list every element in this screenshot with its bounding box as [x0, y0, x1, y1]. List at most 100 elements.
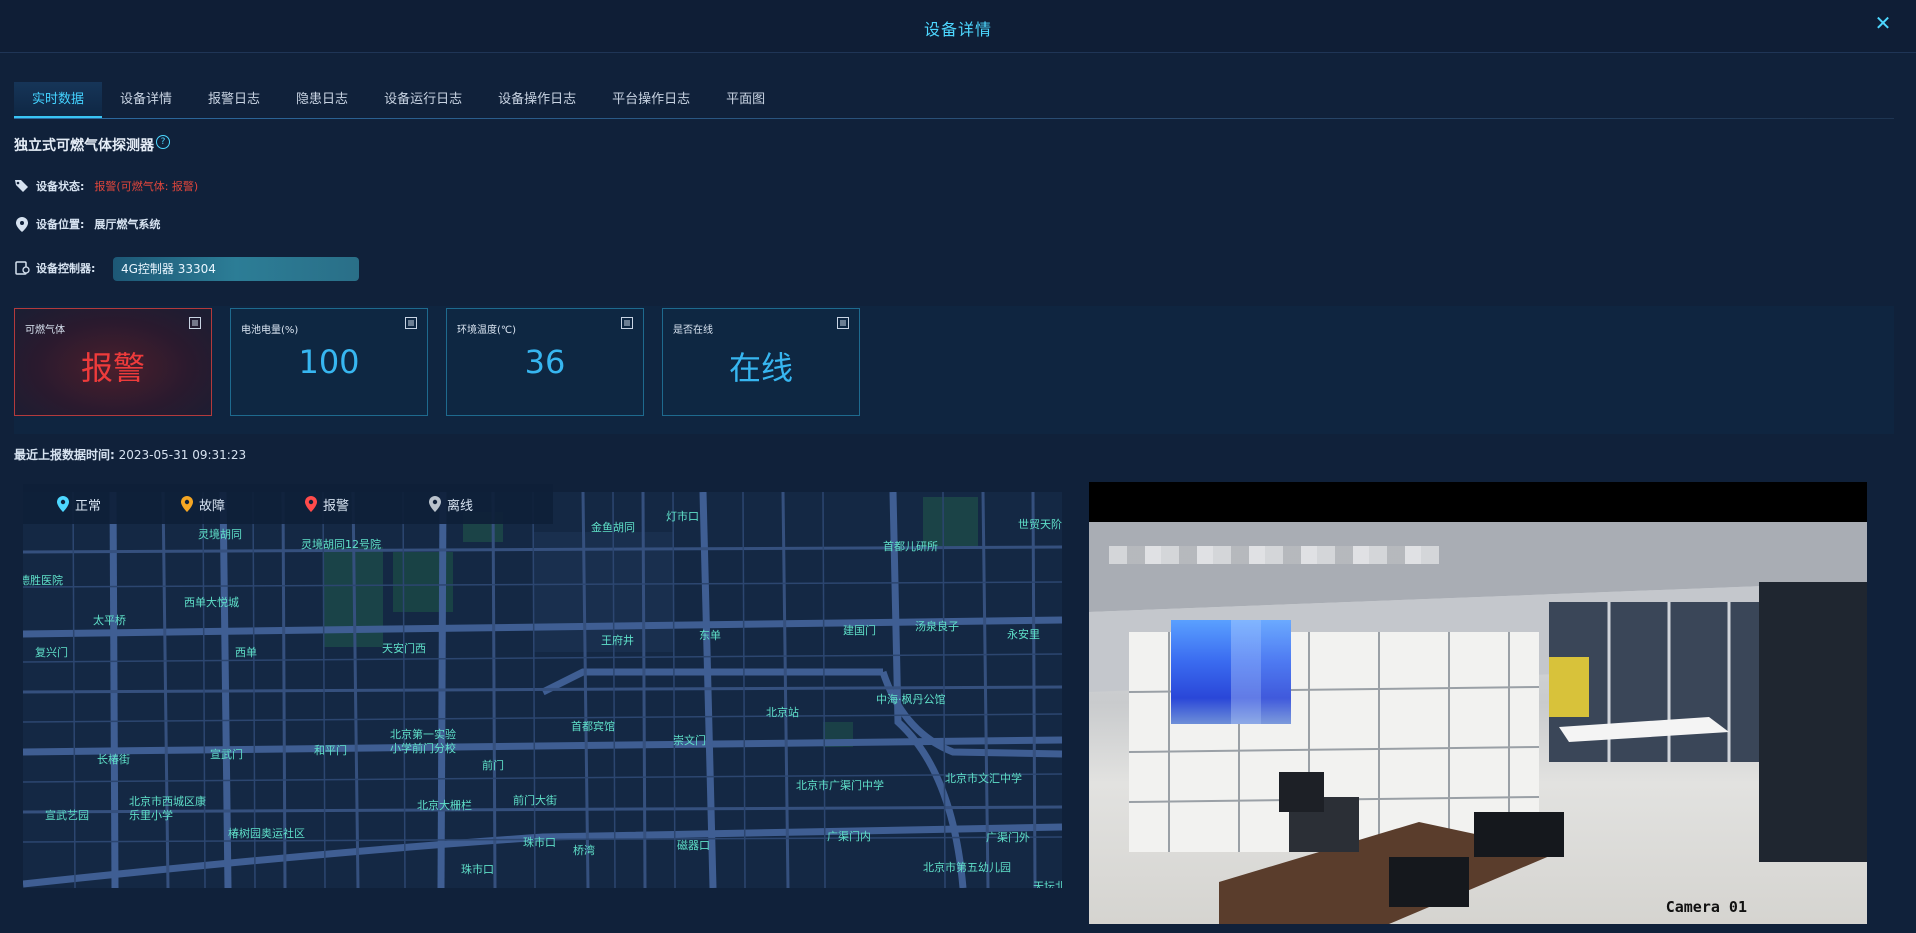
- map-label: 建国门: [843, 624, 876, 637]
- metric-label: 是否在线: [673, 325, 713, 336]
- metric-label: 电池电量(%): [241, 325, 299, 336]
- map-label: 北京市第五幼儿园: [923, 861, 1011, 874]
- tabs-divider: [14, 118, 1894, 119]
- dialog-header: 设备详情 ✕: [0, 0, 1916, 53]
- map-label: 复兴门: [35, 646, 68, 659]
- legend-fault[interactable]: 故障: [181, 495, 271, 514]
- map-label: 汤泉良子: [915, 620, 959, 633]
- legend-alarm[interactable]: 报警: [305, 495, 395, 514]
- map-label: 和平门: [314, 744, 347, 757]
- map-label: 北京市文汇中学: [945, 772, 1022, 785]
- location-label: 设备位置:: [36, 218, 85, 231]
- legend-label: 正常: [75, 498, 102, 514]
- location-value: 展厅燃气系统: [94, 218, 161, 231]
- metric-label: 可燃气体: [25, 325, 65, 336]
- metric-value: 100: [298, 343, 360, 381]
- map-label: 灵境胡同12号院: [301, 538, 381, 551]
- map-label: 广渠门外: [986, 831, 1030, 844]
- dialog-title: 设备详情: [923, 20, 992, 39]
- map-label: 首都儿研所: [883, 540, 938, 553]
- camera-caption: Camera 01: [1665, 898, 1747, 916]
- status-label: 设备状态:: [36, 180, 85, 193]
- map-label: 北京第一实验小学前门分校: [390, 728, 456, 755]
- map-label: 德胜医院: [23, 574, 63, 587]
- map-label: 首都宾馆: [571, 720, 615, 733]
- help-icon[interactable]: ?: [156, 135, 170, 149]
- map-label: 崇文门: [673, 734, 706, 747]
- map-legend: 正常 故障 报警 离线: [23, 484, 553, 524]
- last-report-label: 最近上报数据时间:: [14, 448, 115, 462]
- close-icon[interactable]: ✕: [1872, 12, 1894, 34]
- map-view[interactable]: 灵境胡同 灵境胡同12号院 金鱼胡同 灯市口 首都儿研所 世贸天阶 德胜医院 西…: [23, 492, 1062, 888]
- list-icon[interactable]: [405, 317, 417, 329]
- map-label: 桥湾: [573, 844, 595, 857]
- tab-floor-plan[interactable]: 平面图: [708, 82, 783, 118]
- device-name: 独立式可燃气体探测器: [14, 138, 154, 154]
- map-label: 西单: [235, 646, 257, 659]
- map-label: 北京市广渠门中学: [796, 779, 884, 792]
- device-name-heading: 独立式可燃气体探测器?: [14, 135, 170, 155]
- metric-value: 报警: [80, 349, 145, 387]
- map-label: 灵境胡同: [198, 528, 242, 541]
- metric-card-battery[interactable]: 电池电量(%) 100: [230, 308, 428, 416]
- map-label: 太平桥: [93, 614, 126, 627]
- metrics-panel: 可燃气体 报警 电池电量(%) 100 环境温度(℃) 36 是否在线 在线: [14, 306, 1894, 434]
- map-label: 西单大悦城: [184, 596, 239, 609]
- map-label: 珠市口: [523, 836, 556, 849]
- camera-image: Camera 01: [1089, 522, 1867, 924]
- tab-realtime-data[interactable]: 实时数据: [14, 82, 103, 118]
- list-icon[interactable]: [189, 317, 201, 329]
- tag-icon: [14, 178, 30, 194]
- pixelated-region: [1171, 620, 1291, 724]
- tab-platform-operation-log[interactable]: 平台操作日志: [594, 82, 708, 118]
- map-label: 广渠门内: [827, 830, 871, 843]
- map-label: 天安门西: [382, 642, 426, 655]
- legend-label: 离线: [447, 498, 474, 514]
- map-label: 灯市口: [666, 510, 699, 523]
- map-label: 东单: [699, 629, 721, 642]
- map-label: 宣武艺园: [45, 809, 89, 822]
- location-row: 设备位置: 展厅燃气系统: [14, 216, 160, 232]
- last-report-time: 最近上报数据时间: 2023-05-31 09:31:23: [14, 446, 246, 463]
- metric-card-gas[interactable]: 可燃气体 报警: [14, 308, 212, 416]
- map-label: 椿树园奥运社区: [228, 827, 305, 840]
- last-report-value: 2023-05-31 09:31:23: [118, 448, 247, 462]
- pin-offline-icon: [429, 496, 441, 512]
- tab-bar: 实时数据 设备详情 报警日志 隐患日志 设备运行日志 设备操作日志 平台操作日志…: [14, 82, 783, 118]
- map-label: 天坛北里: [1033, 880, 1062, 888]
- map-label: 世贸天阶: [1018, 518, 1062, 531]
- list-icon[interactable]: [621, 317, 633, 329]
- pin-normal-icon: [57, 496, 69, 512]
- map-label: 长椿街: [97, 753, 130, 766]
- map-label: 珠市口: [461, 863, 494, 876]
- status-row: 设备状态: 报警(可燃气体: 报警): [14, 178, 198, 194]
- metric-value: 36: [524, 343, 566, 381]
- map-label: 永安里: [1007, 628, 1040, 641]
- tab-device-operation-log[interactable]: 设备操作日志: [480, 82, 594, 118]
- location-pin-icon: [14, 216, 30, 232]
- map-label: 宣武门: [210, 748, 243, 761]
- tab-device-run-log[interactable]: 设备运行日志: [366, 82, 480, 118]
- map-label: 北京站: [766, 706, 799, 719]
- metric-card-online[interactable]: 是否在线 在线: [662, 308, 860, 416]
- controller-label: 设备控制器:: [36, 262, 96, 275]
- pin-alarm-icon: [305, 496, 317, 512]
- tab-device-details[interactable]: 设备详情: [102, 82, 190, 118]
- controller-field[interactable]: 4G控制器 33304: [113, 257, 359, 281]
- tab-hazard-log[interactable]: 隐患日志: [278, 82, 366, 118]
- map-label: 中海·枫丹公馆: [876, 693, 946, 706]
- map-label: 前门大街: [513, 794, 557, 807]
- legend-normal[interactable]: 正常: [57, 495, 147, 514]
- map-label: 前门: [482, 759, 504, 772]
- controller-row: 设备控制器:: [14, 260, 105, 276]
- metric-label: 环境温度(℃): [457, 325, 517, 336]
- legend-offline[interactable]: 离线: [429, 495, 519, 514]
- legend-label: 报警: [323, 498, 350, 514]
- list-icon[interactable]: [837, 317, 849, 329]
- metric-card-temperature[interactable]: 环境温度(℃) 36: [446, 308, 644, 416]
- tab-alarm-log[interactable]: 报警日志: [190, 82, 278, 118]
- map-label: 北京大栅栏: [417, 799, 472, 812]
- map-label: 金鱼胡同: [591, 521, 635, 534]
- camera-feed[interactable]: Camera 01: [1089, 482, 1867, 924]
- metric-value: 在线: [728, 349, 793, 387]
